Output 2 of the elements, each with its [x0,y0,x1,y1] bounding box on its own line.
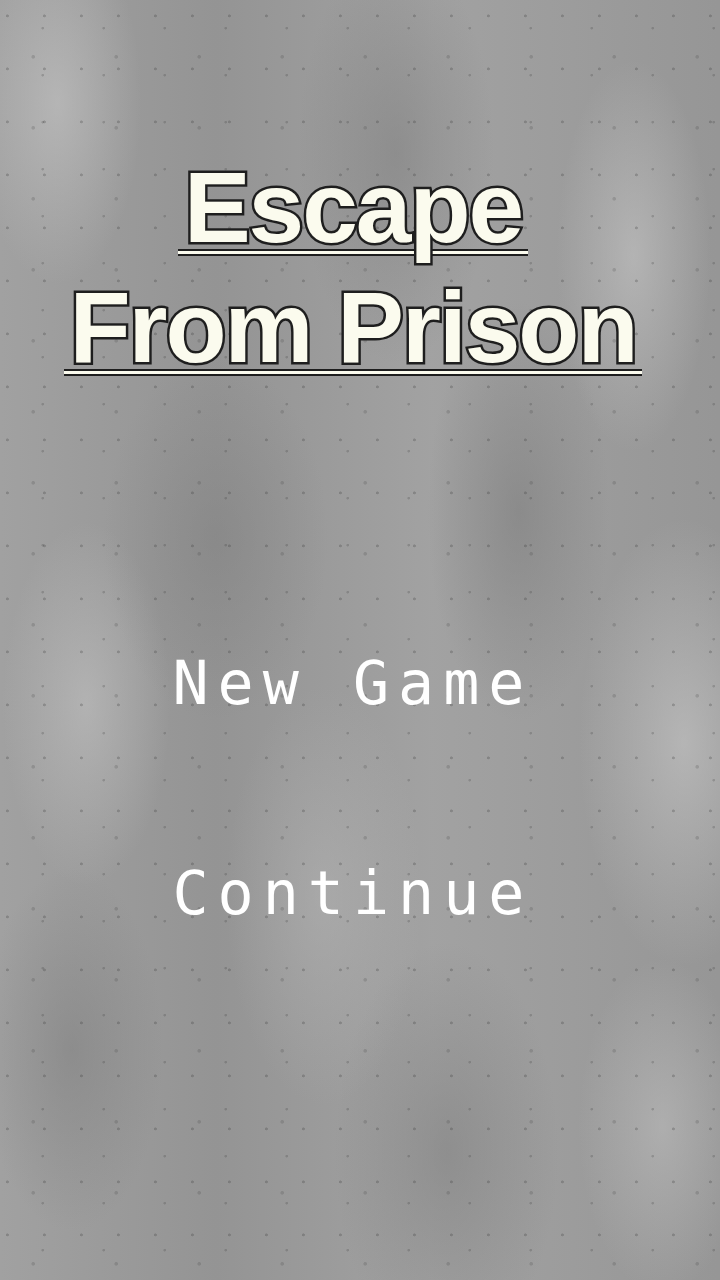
menu-button[interactable]: Continue [172,857,534,929]
menu-button[interactable]: New Game [172,647,534,719]
